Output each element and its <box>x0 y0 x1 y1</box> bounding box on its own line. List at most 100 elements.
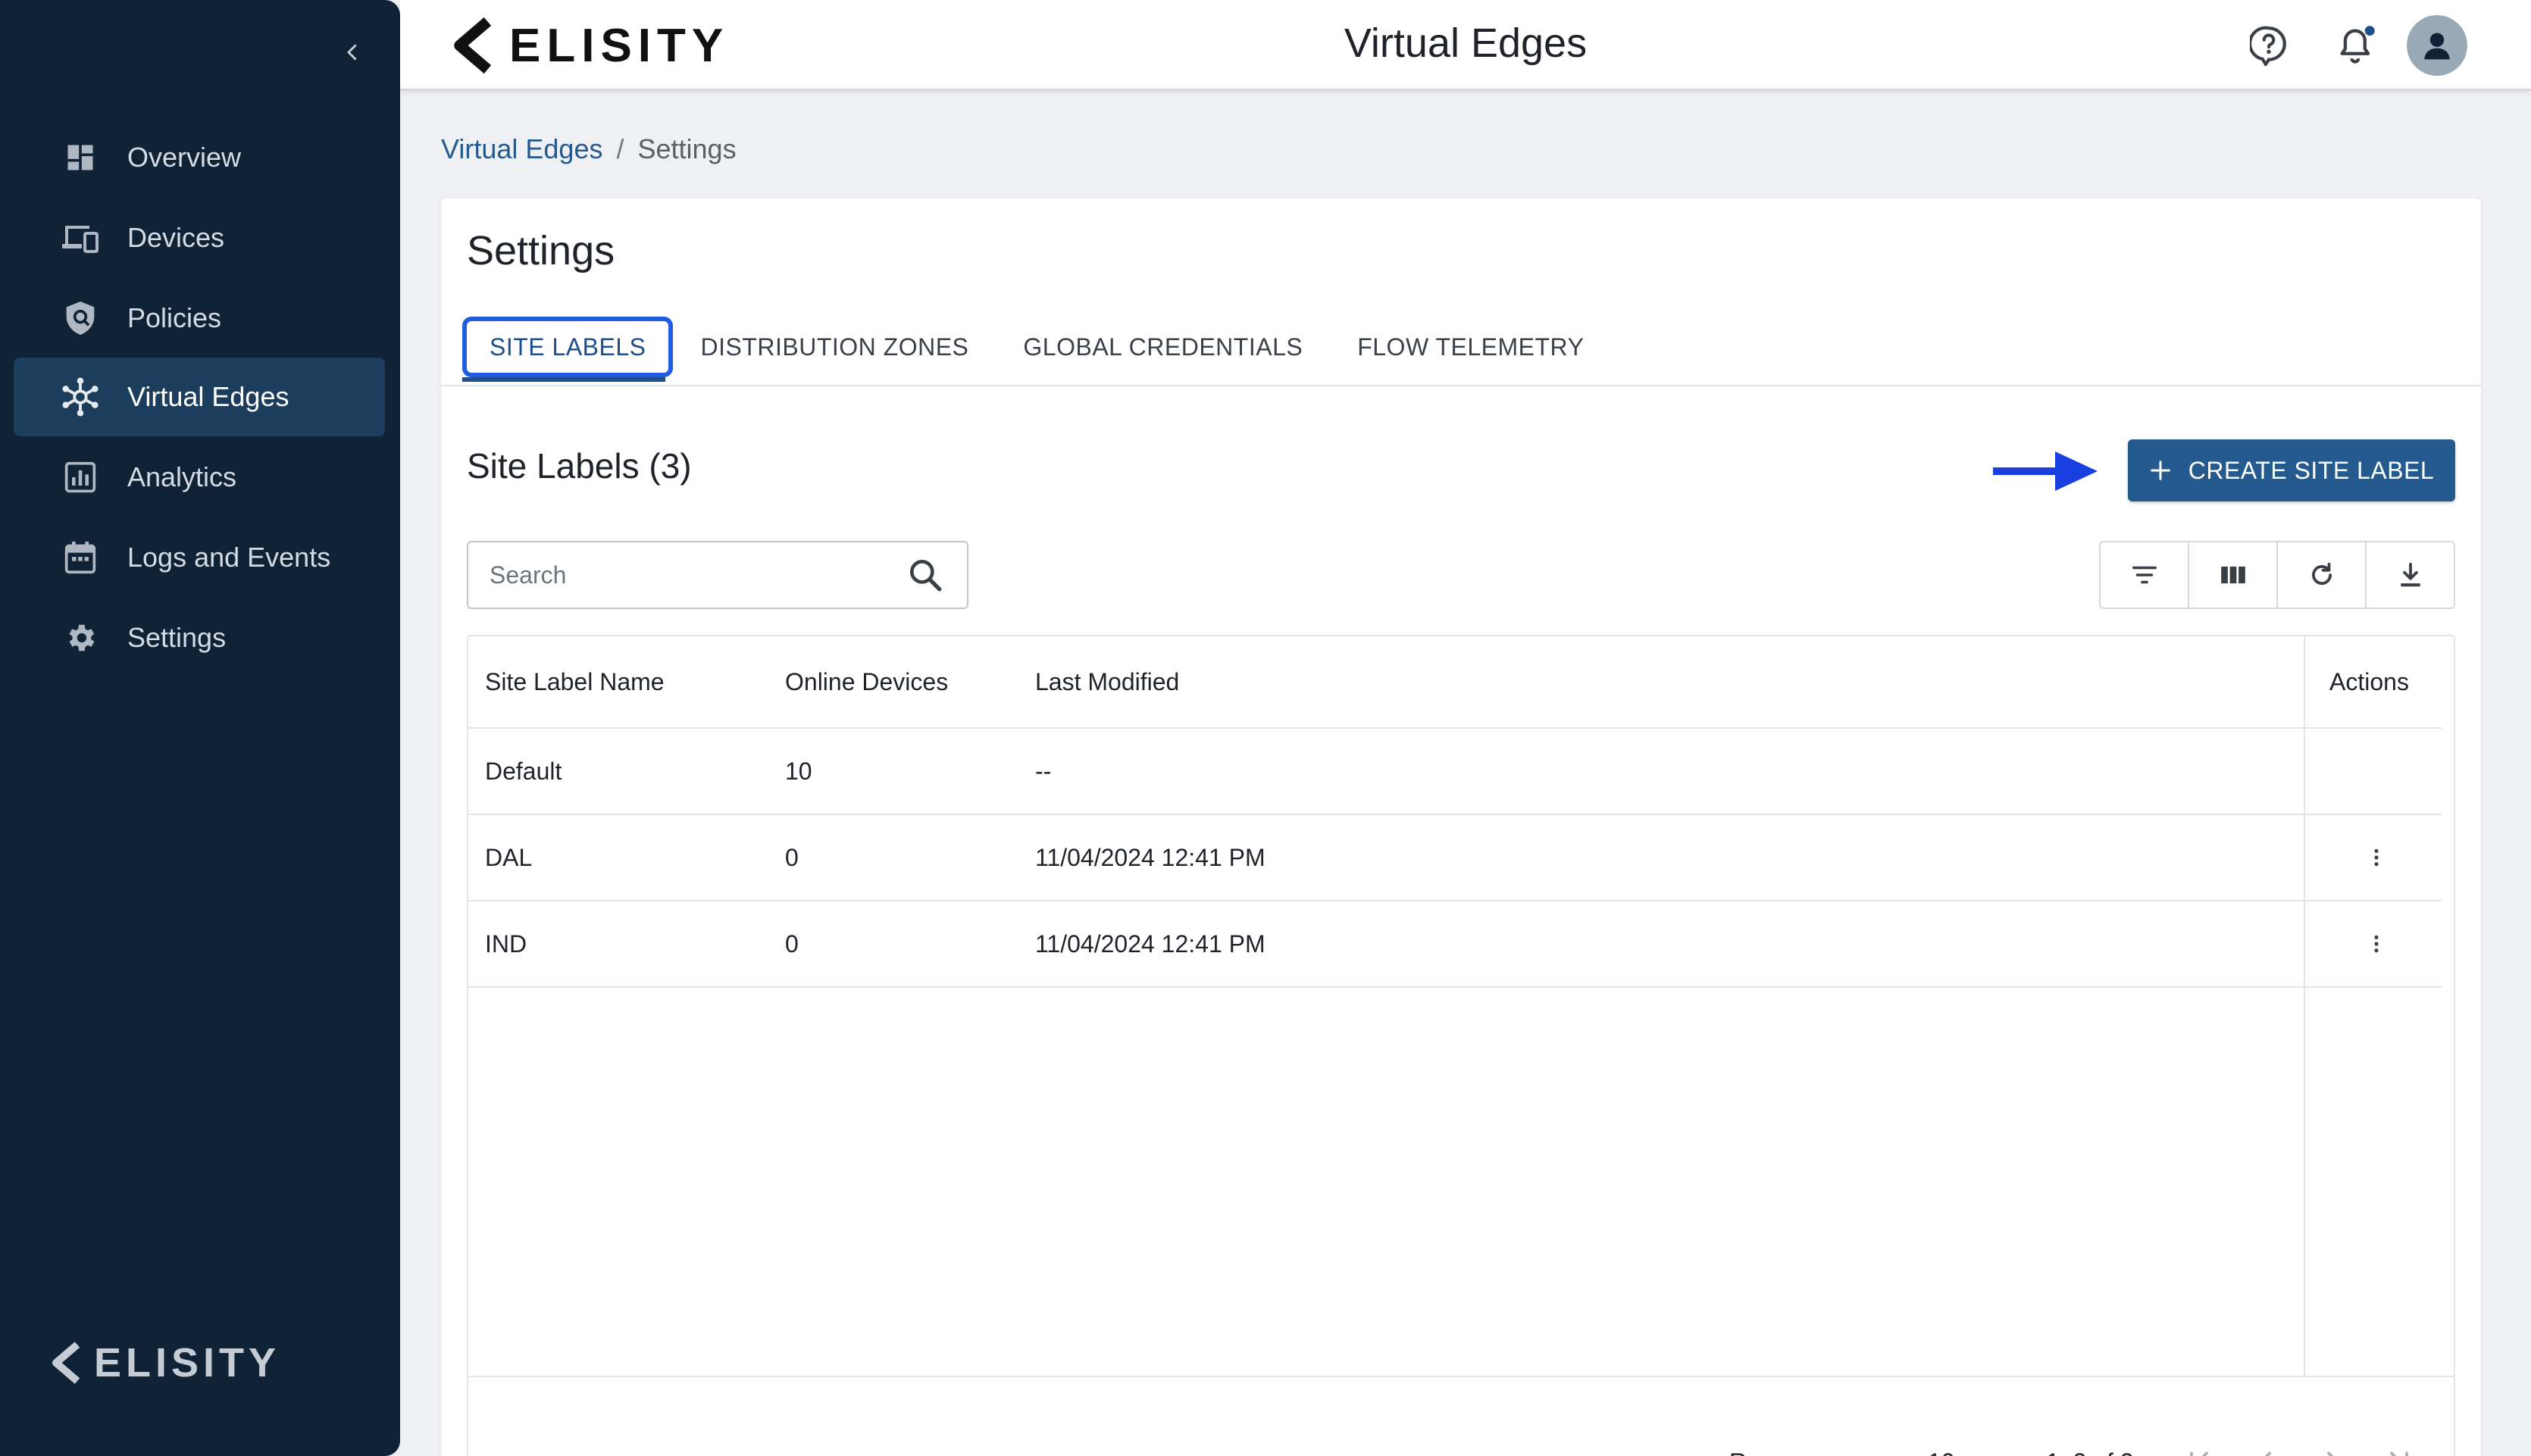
cell-site-label-name: IND <box>485 930 527 958</box>
columns-icon <box>2220 566 2245 584</box>
cell-site-label-name: DAL <box>485 843 533 871</box>
columns-button[interactable] <box>2189 542 2278 608</box>
breadcrumb: Virtual Edges / Settings <box>441 133 737 165</box>
sidebar-item-label: Overview <box>127 142 242 173</box>
table-row[interactable]: DAL 0 11/04/2024 12:41 PM <box>468 815 2442 901</box>
cell-last-modified: -- <box>1035 757 1052 785</box>
tab-flow-telemetry[interactable]: FLOW TELEMETRY <box>1330 317 1611 377</box>
search-input[interactable] <box>490 542 884 608</box>
last-page-icon <box>2390 1451 2408 1456</box>
chevron-right-icon <box>2327 1451 2334 1456</box>
download-button[interactable] <box>2367 542 2454 608</box>
active-tab-indicator <box>462 377 665 382</box>
previous-page-button[interactable] <box>2251 1439 2281 1456</box>
column-header-actions: Actions <box>2329 667 2409 695</box>
sidebar: Overview Devices Policies Virtual Edges … <box>0 0 400 1456</box>
chevron-left-icon <box>347 44 357 61</box>
sidebar-logo-text: ELISITY <box>94 1340 281 1386</box>
breadcrumb-current: Settings <box>637 133 737 164</box>
breadcrumb-separator: / <box>616 133 624 164</box>
next-page-button[interactable] <box>2317 1439 2348 1456</box>
gear-icon <box>47 598 114 677</box>
download-icon <box>2400 562 2420 587</box>
shield-icon <box>47 279 114 358</box>
sidebar-item-settings[interactable]: Settings <box>14 598 385 677</box>
card-title: Settings <box>467 228 615 273</box>
tab-distribution-zones[interactable]: DISTRIBUTION ZONES <box>673 317 996 377</box>
pagination-range: 1–3 of 3 <box>2046 1439 2134 1456</box>
more-vertical-icon <box>2374 935 2379 953</box>
elisity-mark-icon <box>52 1342 80 1384</box>
tabs-divider <box>441 385 2481 386</box>
bell-icon <box>2340 26 2375 64</box>
arrow-right-icon <box>1993 451 2098 491</box>
sidebar-item-label: Virtual Edges <box>127 381 289 412</box>
sidebar-item-overview[interactable]: Overview <box>14 118 385 197</box>
page-title: Virtual Edges <box>1344 20 1588 66</box>
devices-icon <box>47 198 114 277</box>
collapse-sidebar-button[interactable] <box>333 33 371 71</box>
cell-last-modified: 11/04/2024 12:41 PM <box>1035 930 1266 958</box>
column-header-last-modified[interactable]: Last Modified <box>1035 636 1179 727</box>
cell-online-devices: 0 <box>785 843 799 871</box>
table-footer-divider <box>468 1376 2454 1377</box>
section-title: Site Labels (3) <box>467 446 692 486</box>
table-row[interactable]: Default 10 -- <box>468 729 2442 815</box>
tab-site-labels[interactable]: SITE LABELS <box>462 317 674 377</box>
cell-last-modified: 11/04/2024 12:41 PM <box>1035 843 1266 871</box>
rows-per-page-label: Rows per page: <box>1729 1439 1899 1456</box>
more-vertical-icon <box>2374 848 2379 867</box>
sidebar-item-virtual-edges[interactable]: Virtual Edges <box>14 358 385 436</box>
top-header: ELISITY Virtual Edges <box>400 0 2531 91</box>
notifications-button[interactable] <box>2329 18 2384 73</box>
sidebar-item-policies[interactable]: Policies <box>14 279 385 358</box>
create-site-label-text: CREATE SITE LABEL <box>2188 456 2435 484</box>
hub-icon <box>47 358 114 436</box>
user-icon <box>2424 33 2450 60</box>
cell-online-devices: 0 <box>785 930 799 958</box>
cell-online-devices: 10 <box>785 757 812 785</box>
refresh-button[interactable] <box>2278 542 2367 608</box>
calendar-icon <box>47 518 114 597</box>
rows-per-page-select[interactable]: 10 <box>1928 1439 1984 1456</box>
plus-icon <box>2151 461 2170 480</box>
settings-tabs: SITE LABELS DISTRIBUTION ZONES GLOBAL CR… <box>462 314 1611 380</box>
create-site-label-button[interactable]: CREATE SITE LABEL <box>2128 439 2455 501</box>
sidebar-item-analytics[interactable]: Analytics <box>14 438 385 517</box>
caret-down-icon <box>1966 1453 1984 1456</box>
search-icon[interactable] <box>906 556 944 594</box>
user-avatar-button[interactable] <box>2407 15 2467 76</box>
filter-icon <box>2132 566 2157 584</box>
first-page-icon <box>2190 1451 2208 1456</box>
sidebar-item-devices[interactable]: Devices <box>14 198 385 277</box>
table-toolbar <box>2099 541 2455 609</box>
last-page-button[interactable] <box>2384 1439 2414 1456</box>
row-actions-button[interactable] <box>2361 815 2392 900</box>
chevron-left-icon <box>2264 1451 2271 1456</box>
settings-card: Settings SITE LABELS DISTRIBUTION ZONES … <box>441 198 2481 1456</box>
sidebar-item-logs-and-events[interactable]: Logs and Events <box>14 518 385 597</box>
filter-button[interactable] <box>2101 542 2189 608</box>
sidebar-logo: ELISITY <box>50 1336 280 1389</box>
tab-global-credentials[interactable]: GLOBAL CREDENTIALS <box>996 317 1330 377</box>
cell-site-label-name: Default <box>485 757 562 785</box>
first-page-button[interactable] <box>2184 1439 2214 1456</box>
breadcrumb-virtual-edges[interactable]: Virtual Edges <box>441 133 602 165</box>
sidebar-item-label: Analytics <box>127 461 237 492</box>
help-icon <box>2250 26 2286 66</box>
analytics-icon <box>47 438 114 517</box>
sidebar-item-label: Devices <box>127 222 225 253</box>
row-actions-button[interactable] <box>2361 901 2392 986</box>
column-header-site-label-name[interactable]: Site Label Name <box>485 636 665 727</box>
actions-column-divider <box>2304 636 2305 1376</box>
sidebar-item-label: Policies <box>127 302 222 333</box>
search-field[interactable] <box>467 541 968 609</box>
sidebar-item-label: Logs and Events <box>127 542 331 573</box>
dashboard-icon <box>47 118 114 197</box>
table-row[interactable]: IND 0 11/04/2024 12:41 PM <box>468 901 2442 988</box>
help-button[interactable] <box>2242 18 2296 73</box>
rows-per-page-value: 10 <box>1928 1448 1955 1456</box>
table-header-row: Site Label Name Online Devices Last Modi… <box>468 636 2442 729</box>
site-labels-table: Site Label Name Online Devices Last Modi… <box>467 635 2455 1456</box>
column-header-online-devices[interactable]: Online Devices <box>785 636 948 727</box>
